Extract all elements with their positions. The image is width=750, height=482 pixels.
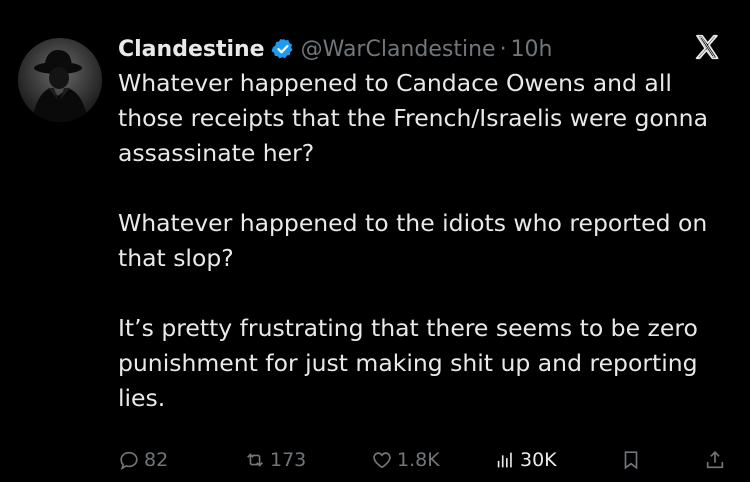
tweet-text: Whatever happened to Candace Owens and a… — [118, 66, 733, 416]
repost-icon — [247, 453, 263, 467]
x-logo-icon — [695, 34, 719, 60]
tweet-paragraph-2: Whatever happened to the idiots who repo… — [118, 209, 708, 272]
views-icon — [497, 452, 512, 468]
tweet-header: Clandestine @WarClandestine · 10h — [118, 32, 730, 66]
heart-icon — [373, 452, 391, 469]
timestamp[interactable]: 10h — [511, 37, 553, 62]
share-icon — [706, 451, 724, 469]
separator-dot: · — [499, 36, 507, 62]
tweet-paragraph-3: It’s pretty frustrating that there seems… — [118, 314, 698, 412]
bookmark-button[interactable] — [620, 446, 642, 474]
reply-count: 82 — [144, 449, 169, 471]
avatar[interactable] — [18, 38, 102, 122]
verified-badge-icon — [271, 38, 293, 59]
avatar-silhouette — [32, 50, 88, 122]
author-handle[interactable]: @WarClandestine — [301, 37, 496, 62]
tweet-paragraph-1: Whatever happened to Candace Owens and a… — [118, 69, 708, 167]
author-name[interactable]: Clandestine — [118, 37, 265, 62]
views-button[interactable]: 30K — [494, 446, 557, 474]
reply-icon — [120, 451, 138, 470]
like-button[interactable]: 1.8K — [371, 446, 440, 474]
reply-button[interactable]: 82 — [118, 446, 168, 474]
share-button[interactable] — [704, 446, 726, 474]
action-bar: 82 173 1.8K 30K — [118, 446, 730, 474]
views-count: 30K — [520, 449, 557, 471]
repost-count: 173 — [270, 449, 307, 471]
like-count: 1.8K — [397, 449, 440, 471]
bookmark-icon — [624, 451, 638, 470]
tweet: Clandestine @WarClandestine · 10h Whatev… — [0, 0, 750, 482]
repost-button[interactable]: 173 — [244, 446, 306, 474]
